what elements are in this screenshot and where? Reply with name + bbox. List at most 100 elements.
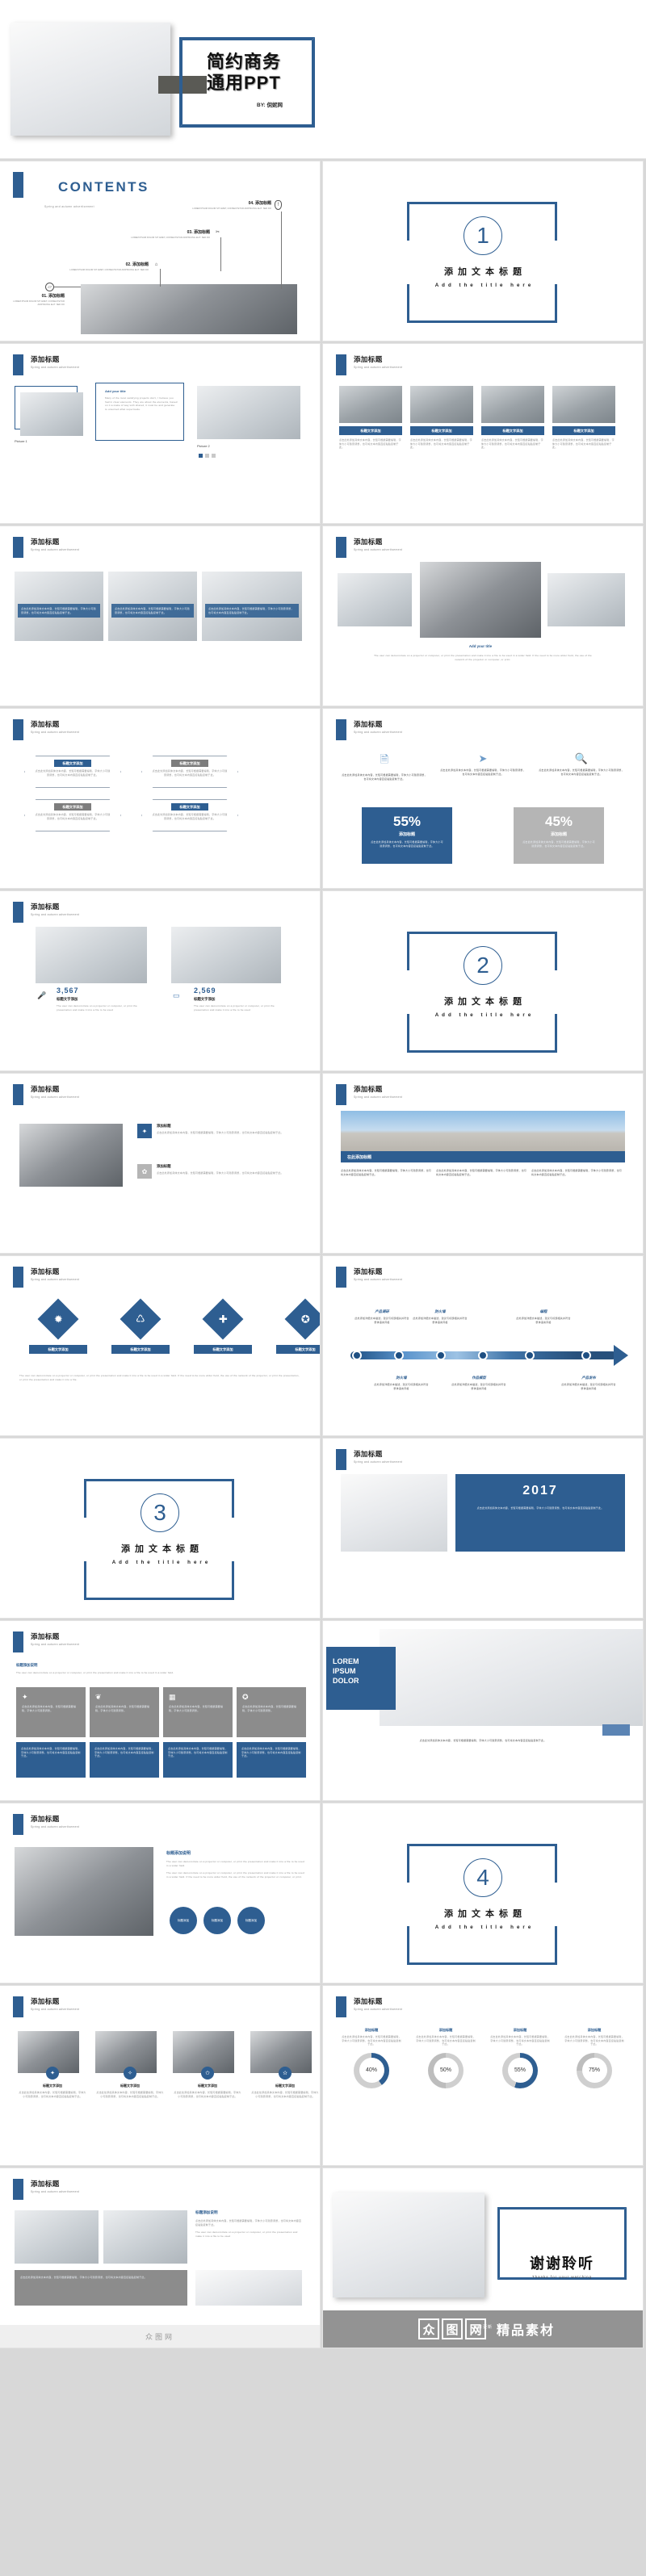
slide-donuts[interactable]: 添加标题 Spring and autumn advertisement 添加标… xyxy=(323,1986,643,2165)
section-number: 1 xyxy=(464,216,502,255)
number-block-1: 3,567 标题文字添加 The user can demonstrate on… xyxy=(57,986,137,1012)
side-item-1[interactable]: ✦ 添加标题 点击此处添加具体文本内容，长短可根据需要编辑，字体大小可随意调整，… xyxy=(137,1124,300,1138)
slide-2017[interactable]: 添加标题 Spring and autumn advertisement 201… xyxy=(323,1439,643,1618)
section-title-cn: 添加文本标题 xyxy=(444,1909,526,1919)
slide-sky-banner[interactable]: 添加标题 Spring and autumn advertisement 在此添… xyxy=(323,1074,643,1253)
contents-node-4[interactable]: 04. 添加标题 LOREM IPSUM DOLOR SIT AMET, CON… xyxy=(178,200,271,211)
slide-numbers[interactable]: 添加标题 Spring and autumn advertisement 🎤 3… xyxy=(0,891,320,1070)
pill-3[interactable]: 标题添加 xyxy=(237,1907,265,1934)
donut-item-1[interactable]: 添加标题 点击此处添加具体文本内容，长短可根据需要编辑，字体大小可随意调整，也可… xyxy=(341,2028,402,2088)
year-panel[interactable]: 2017 点击此处添加具体文本内容，长短可根据需要编辑，字体大小可随意调整，也可… xyxy=(455,1474,625,1552)
last-photo-1 xyxy=(15,2210,99,2264)
slide-grey-row[interactable]: 添加标题 Spring and autumn advertisement 标题添… xyxy=(0,1621,320,1800)
stat-box-right[interactable]: 45% 添加标题 点击此处添加具体文本内容，长短可根据需要编辑，字体大小可随意调… xyxy=(514,807,604,864)
center-caption: Add your title xyxy=(468,644,493,648)
photo-2017 xyxy=(341,1474,447,1552)
pager-dots[interactable] xyxy=(199,454,216,458)
blue-cell[interactable]: 点击此处添加具体文本内容，长短可根据需要编辑，字体大小可随意调整，也可将文本内容… xyxy=(90,1742,159,1778)
pills-text: 标题添加说明 The user can demonstrate on a pro… xyxy=(166,1851,304,1879)
slide-person-center[interactable]: 添加标题 Spring and autumn advertisement Add… xyxy=(323,526,643,706)
slide-section-3[interactable]: 3 添加文本标题 Add the title here xyxy=(0,1439,320,1618)
slide-pills[interactable]: 添加标题 Spring and autumn advertisement 标题添… xyxy=(0,1803,320,1983)
photo-card[interactable]: 标题文字添加 点击此处添加具体文本内容，长短可根据需要编辑，字体大小可随意调整，… xyxy=(339,386,402,450)
donut-item-4[interactable]: 添加标题 点击此处添加具体文本内容，长短可根据需要编辑，字体大小可随意调整，也可… xyxy=(564,2028,625,2088)
contents-node-2[interactable]: 02. 添加标题 LOREM IPSUM DOLOR SIT AMET, CON… xyxy=(60,262,149,272)
slide-timeline[interactable]: 添加标题 Spring and autumn advertisement 产品调… xyxy=(323,1256,643,1435)
blue-cell[interactable]: 点击此处添加具体文本内容，长短可根据需要编辑，字体大小可随意调整，也可将文本内容… xyxy=(163,1742,233,1778)
people-card-2[interactable]: ✧ 标题文字添加 点击此处添加具体文本内容，长短可根据需要编辑，字体大小可随意调… xyxy=(95,2031,165,2098)
grey-cell[interactable]: ❦ 点击此处添加具体文本内容，长短可根据需要编辑，字体大小可随意调整。 xyxy=(90,1687,159,1737)
slide-header: 添加标题 Spring and autumn advertisement xyxy=(336,1267,402,1288)
people-card-3[interactable]: ✩ 标题文字添加 点击此处添加具体文本内容，长短可根据需要编辑，字体大小可随意调… xyxy=(173,2031,242,2098)
slide-section-1[interactable]: 1 添加文本标题 Add the title here xyxy=(323,161,643,341)
watermark-sub: 每日更新 xyxy=(472,2325,493,2330)
photo-row: 标题文字添加 点击此处添加具体文本内容，长短可根据需要编辑，字体大小可随意调整，… xyxy=(339,386,615,450)
section-title-en: Add the title here xyxy=(111,1560,212,1565)
slide-header: 添加标题 Spring and autumn advertisement xyxy=(336,1084,402,1105)
slide-people-four[interactable]: 添加标题 Spring and autumn advertisement ✦ 标… xyxy=(0,1986,320,2165)
grey-cell[interactable]: ▦ 点击此处添加具体文本内容，长短可根据需要编辑，字体大小可随意调整。 xyxy=(163,1687,233,1737)
contents-node-1[interactable]: 01. 添加标题 LOREM IPSUM DOLOR SIT AMET, CON… xyxy=(6,293,65,307)
microphone-icon: 🎤 xyxy=(37,991,47,999)
people-card-1[interactable]: ✦ 标题文字添加 点击此处添加具体文本内容，长短可根据需要编辑，字体大小可随意调… xyxy=(18,2031,87,2098)
grey-cell[interactable]: ✪ 点击此处添加具体文本内容，长短可根据需要编辑，字体大小可随意调整。 xyxy=(237,1687,306,1737)
slide-stats[interactable]: 添加标题 Spring and autumn advertisement 🗎 点… xyxy=(323,709,643,888)
photo-card[interactable]: 标题文字添加 点击此处添加具体文本内容，长短可根据需要编辑，字体大小可随意调整，… xyxy=(552,386,615,450)
slide-cover[interactable]: 简约商务 通用PPT BY: 倪妮网 xyxy=(0,0,646,158)
hex-card-1[interactable]: 标题文字添加 点击此处添加具体文本内容，长短可根据需要编辑，字体大小可随意调整，… xyxy=(24,756,121,788)
diamond-item-2[interactable]: ♺ 标题文字添加 xyxy=(111,1298,170,1354)
slide-last-content[interactable]: 添加标题 Spring and autumn advertisement 标题添… xyxy=(0,2168,320,2348)
hex-card-3[interactable]: 标题文字添加 点击此处添加具体文本内容，长短可根据需要编辑，字体大小可随意调整，… xyxy=(24,799,121,831)
slide-lorem[interactable]: LOREM IPSUM DOLOR 点击此处添加具体文本内容，长短可根据需要编辑… xyxy=(323,1621,643,1800)
people-card-4[interactable]: ✫ 标题文字添加 点击此处添加具体文本内容，长短可根据需要编辑，字体大小可随意调… xyxy=(250,2031,320,2098)
diamond-item-4[interactable]: ✪ 标题文字添加 xyxy=(276,1298,320,1354)
slide-section-4[interactable]: 4 添加文本标题 Add the title here xyxy=(323,1803,643,1983)
photo-card[interactable]: 标题文字添加 点击此处添加具体文本内容，长短可根据需要编辑，字体大小可随意调整，… xyxy=(410,386,473,450)
contents-connector-4 xyxy=(281,212,282,289)
slide-header: 添加标题 Spring and autumn advertisement xyxy=(13,719,79,740)
bulb-icon: ✦ xyxy=(22,1693,28,1701)
icon-block-2: ➤ 点击此处添加具体文本内容，长短可根据需要编辑，字体大小可随意调整，也可将文本… xyxy=(440,752,526,776)
badge-icon: ✦ xyxy=(46,2067,59,2080)
picture1-caption: Picture 1 xyxy=(15,439,27,443)
badge-icon: ✧ xyxy=(124,2067,136,2080)
section-title-cn: 添加文本标题 xyxy=(121,1544,203,1554)
slide-pictures[interactable]: 添加标题 Spring and autumn advertisement Pic… xyxy=(0,344,320,523)
slide-section-2[interactable]: 2 添加文本标题 Add the title here xyxy=(323,891,643,1070)
photo-left xyxy=(338,573,412,626)
lorem-panel[interactable]: LOREM IPSUM DOLOR xyxy=(326,1647,396,1710)
pill-2[interactable]: 标题添加 xyxy=(203,1907,231,1934)
stat-box-left[interactable]: 55% 添加标题 点击此处添加具体文本内容，长短可根据需要编辑，字体大小可随意调… xyxy=(362,807,452,864)
grey-cell[interactable]: ✦ 点击此处添加具体文本内容，长短可根据需要编辑，字体大小可随意调整。 xyxy=(16,1687,86,1737)
slide-side-list[interactable]: 添加标题 Spring and autumn advertisement ✦ 添… xyxy=(0,1074,320,1253)
photo-card[interactable]: 标题文字添加 点击此处添加具体文本内容，长短可根据需要编辑，字体大小可随意调整，… xyxy=(481,386,544,450)
slide-header: 添加标题 Spring and autumn advertisement xyxy=(13,354,79,375)
last-grey-block[interactable]: 点击此处添加具体文本内容，长短可根据需要编辑，字体大小可随意调整，也可将文本内容… xyxy=(15,2270,187,2306)
slide-photo-overlay[interactable]: 添加标题 Spring and autumn advertisement 点击此… xyxy=(0,526,320,706)
pill-1[interactable]: 标题添加 xyxy=(170,1907,197,1934)
slide-four-photos[interactable]: 添加标题 Spring and autumn advertisement 标题文… xyxy=(323,344,643,523)
hex-card-4[interactable]: 标题文字添加 点击此处添加具体文本内容，长短可根据需要编辑，字体大小可随意调整，… xyxy=(141,799,238,831)
slide-contents[interactable]: CONTENTS Spring and autumn advertisement… xyxy=(0,161,320,341)
diamond-item-1[interactable]: ✹ 标题文字添加 xyxy=(29,1298,87,1354)
side-item-2[interactable]: ✿ 添加标题 点击此处添加具体文本内容，长短可根据需要编辑，字体大小可随意调整，… xyxy=(137,1164,300,1179)
contents-node-3[interactable]: 03. 添加标题 LOREM IPSUM DOLOR SIT AMET, CON… xyxy=(116,229,210,240)
slide-header: 添加标题 Spring and autumn advertisement xyxy=(336,719,402,740)
slide-header: 添加标题 Spring and autumn advertisement xyxy=(13,1267,79,1288)
diamond-item-3[interactable]: ✚ 标题文字添加 xyxy=(194,1298,252,1354)
donut-item-3[interactable]: 添加标题 点击此处添加具体文本内容，长短可根据需要编辑，字体大小可随意调整，也可… xyxy=(489,2028,551,2088)
icon-block-3: 🔍 点击此处添加具体文本内容，长短可根据需要编辑，字体大小可随意调整，也可将文本… xyxy=(539,752,624,776)
greyrow-cells: ✦ 点击此处添加具体文本内容，长短可根据需要编辑，字体大小可随意调整。 ❦ 点击… xyxy=(16,1687,306,1737)
cover-photo xyxy=(10,23,170,136)
slide-ending[interactable]: 谢谢聆听 Thanks for your watching 众 图 网 精品素材… xyxy=(323,2168,643,2348)
donut-item-2[interactable]: 添加标题 点击此处添加具体文本内容，长短可根据需要编辑，字体大小可随意调整，也可… xyxy=(415,2028,476,2088)
overlay-text-1: 点击此处添加具体文本内容，长短可根据需要编辑，字体大小可随意调整，也可将文本内容… xyxy=(18,604,100,618)
last-photo-3 xyxy=(195,2270,302,2306)
slide-hexagons[interactable]: 添加标题 Spring and autumn advertisement 标题文… xyxy=(0,709,320,888)
blue-cell[interactable]: 点击此处添加具体文本内容，长短可根据需要编辑，字体大小可随意调整，也可将文本内容… xyxy=(237,1742,306,1778)
section-number: 3 xyxy=(141,1493,179,1532)
slide-diamonds[interactable]: 添加标题 Spring and autumn advertisement ✹ 标… xyxy=(0,1256,320,1435)
medical-cross-icon: ✚ xyxy=(218,1313,228,1325)
hex-card-2[interactable]: 标题文字添加 点击此处添加具体文本内容，长短可根据需要编辑，字体大小可随意调整，… xyxy=(141,756,238,788)
blue-cell[interactable]: 点击此处添加具体文本内容，长短可根据需要编辑，字体大小可随意调整，也可将文本内容… xyxy=(16,1742,86,1778)
